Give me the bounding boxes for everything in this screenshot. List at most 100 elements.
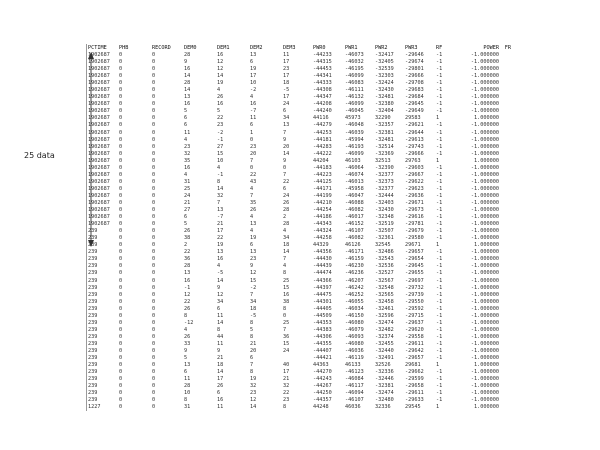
table-cell: -44270: [313, 369, 332, 376]
table-row: 1902687 0 0 16 12 19 23 -44453 -46195 -32539 -2980…: [87, 66, 521, 73]
table-cell: -44254: [313, 207, 332, 214]
table-cell: 14: [250, 404, 257, 411]
table-cell: -1: [436, 270, 443, 277]
table-cell: [501, 334, 511, 341]
table-cell: 0: [152, 256, 156, 263]
table-cell: -29623: [405, 185, 424, 192]
table-cell: 239: [88, 326, 98, 333]
table-cell: -32405: [375, 59, 394, 66]
table-cell: -46242: [345, 284, 364, 291]
table-cell: -32527: [375, 270, 394, 277]
table-cell: -1: [436, 52, 443, 58]
table-cell: 1.000000: [474, 242, 499, 249]
table-cell: -32403: [375, 199, 394, 206]
table-cell: -44324: [313, 228, 332, 235]
table-cell: 239: [88, 376, 98, 383]
table-cell: 46103: [345, 157, 361, 164]
table-cell: -46083: [345, 80, 364, 87]
table-cell: 0: [152, 108, 156, 115]
table-cell: 0: [119, 171, 123, 178]
table-cell: 239: [88, 319, 98, 326]
table-cell: -46032: [345, 59, 364, 66]
table-cell: 46133: [345, 362, 361, 369]
table-cell: [501, 73, 511, 80]
table-cell: 0: [152, 362, 156, 369]
table-cell: 0: [152, 249, 156, 256]
table-cell: -1.000000: [470, 347, 499, 354]
table-cell: 2: [184, 242, 188, 249]
table-cell: [501, 397, 511, 404]
table-cell: -32543: [375, 256, 394, 263]
table-row: 239 0 0 38 22 19 34 -44258 -46082 -32361 -29580 -1 -…: [87, 235, 521, 242]
table-cell: -1: [436, 355, 443, 362]
table-cell: 44116: [313, 115, 329, 122]
table-cell: -1: [436, 221, 443, 228]
table-row: 1902687 0 0 4 -1 22 7 -44223 -46074 -32377 -29667 -…: [87, 172, 521, 179]
table-row: 239 0 0 28 4 9 4 -44439 -46230 -32536 -29645 -1 -1.0…: [87, 263, 521, 270]
table-cell: -1: [436, 326, 443, 333]
table-cell: 1902687: [88, 221, 110, 228]
table-cell: -44430: [313, 256, 332, 263]
table-cell: [501, 108, 511, 115]
table-cell: 19: [250, 376, 257, 383]
table-cell: 7: [250, 362, 254, 369]
table-cell: 0: [152, 228, 156, 235]
table-cell: 0: [152, 242, 156, 249]
table-cell: -44208: [313, 101, 332, 108]
table-cell: -1: [436, 263, 443, 270]
table-cell: [501, 320, 511, 327]
table-cell: -1: [436, 369, 443, 376]
column-header: PWR1: [345, 45, 358, 51]
table-cell: 0: [250, 136, 254, 143]
table-cell: -1.000000: [470, 228, 499, 235]
table-cell: 22: [217, 115, 224, 122]
table-cell: 0: [152, 171, 156, 178]
table-cell: -1: [436, 87, 443, 94]
table-cell: 22: [184, 249, 191, 256]
table-cell: 33: [184, 340, 191, 347]
table-cell: 1902687: [88, 185, 110, 192]
table-body: 1902687 0 0 28 16 13 11 -44233 -46073 -32417 -2964…: [87, 52, 521, 411]
table-cell: -1: [436, 80, 443, 87]
table-cell: 19: [250, 66, 257, 73]
table-cell: 8: [250, 319, 254, 326]
table-row: 1902687 0 0 14 4 -2 -5 -44308 -46111 -32430 -29683…: [87, 87, 521, 94]
table-cell: 1902687: [88, 94, 110, 101]
table-cell: -32361: [375, 235, 394, 242]
table-cell: 8: [250, 369, 254, 376]
column-header: PCTIME: [88, 45, 107, 51]
table-cell: -1.000000: [470, 277, 499, 284]
table-row: 1902687 0 0 25 14 4 6 -44171 -45958 -32377 -29623 -…: [87, 186, 521, 193]
table-cell: 0: [119, 207, 123, 214]
table-cell: 7: [250, 291, 254, 298]
table-cell: 13: [217, 207, 224, 214]
table-cell: 16: [217, 397, 224, 404]
table-cell: 28: [184, 52, 191, 58]
table-cell: 18: [250, 305, 257, 312]
table-cell: 18: [283, 80, 290, 87]
table-row: 1902687 0 0 23 27 23 20 -44283 -46193 -32514 -2974…: [87, 144, 521, 151]
table-cell: [501, 144, 511, 151]
table-row: 239 0 0 28 26 32 32 -44267 -46117 -32381 -29658 -1 -…: [87, 383, 521, 390]
table-cell: 8: [250, 333, 254, 340]
table-cell: 13: [184, 270, 191, 277]
table-cell: -32430: [375, 207, 394, 214]
table-cell: 1902687: [88, 108, 110, 115]
table-cell: -44356: [313, 249, 332, 256]
table-cell: 1: [436, 242, 440, 249]
table-cell: -29599: [405, 376, 424, 383]
table-cell: 32526: [375, 362, 391, 369]
table-cell: 9: [184, 59, 188, 66]
table-cell: 1.000000: [474, 157, 499, 164]
table-row: 239 0 0 9 9 20 24 -44407 -46036 -32440 -29642 -1 -1.…: [87, 348, 521, 355]
table-cell: 0: [152, 390, 156, 397]
table-cell: [501, 249, 511, 256]
table-cell: 16: [184, 101, 191, 108]
table-cell: 0: [152, 355, 156, 362]
table-cell: [501, 348, 511, 355]
table-cell: -32377: [375, 171, 394, 178]
table-cell: [501, 158, 511, 165]
table-row: 239 0 0 16 14 15 25 -44366 -46207 -32567 -29697 -1 -…: [87, 278, 521, 285]
table-cell: 32: [184, 150, 191, 157]
table-cell: -32381: [375, 129, 394, 136]
